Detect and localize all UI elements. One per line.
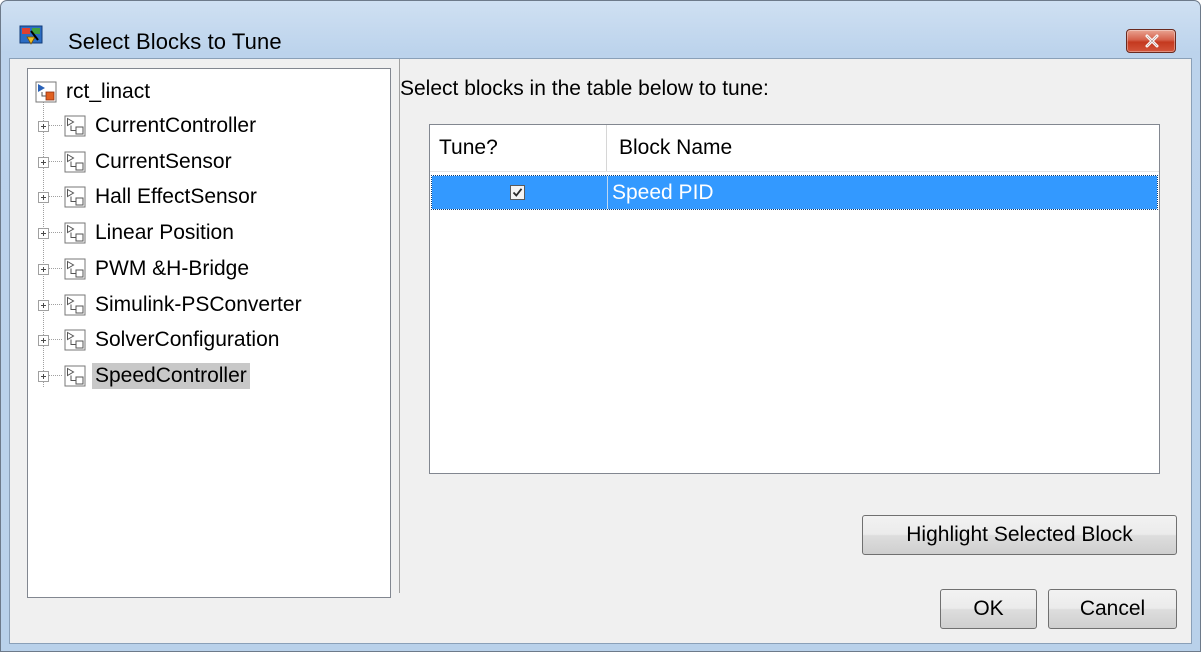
tree-connector [49, 196, 62, 198]
title-bar[interactable]: Select Blocks to Tune [1, 1, 1200, 59]
table-row[interactable]: Speed PID [431, 175, 1158, 210]
block-name-cell: Speed PID [612, 180, 714, 204]
dialog-window: Select Blocks to Tune rct_linact Current… [0, 0, 1201, 652]
checkmark-icon [512, 188, 523, 197]
tree-item[interactable]: SolverConfiguration [38, 325, 282, 355]
tree-connector [49, 268, 62, 270]
dialog-body: rct_linact CurrentController CurrentSenso… [9, 58, 1192, 644]
tree-item-label: CurrentSensor [95, 150, 232, 173]
tune-cell[interactable] [432, 176, 608, 209]
expand-plus-icon[interactable] [38, 191, 49, 203]
tree-connector [49, 125, 62, 127]
blocks-table[interactable]: Tune? Block Name Speed PID [429, 124, 1160, 474]
tree-root-label: rct_linact [66, 80, 151, 103]
subsystem-icon [64, 186, 86, 208]
close-x-icon [1145, 34, 1159, 48]
instruction-text: Select blocks in the table below to tune… [400, 77, 769, 100]
subsystem-icon [64, 151, 86, 173]
tree-connector [49, 339, 62, 341]
pane-splitter[interactable] [399, 59, 400, 593]
tree-item-label: SolverConfiguration [95, 328, 280, 351]
expand-plus-icon[interactable] [38, 156, 49, 168]
column-header-block-name[interactable]: Block Name [607, 125, 1159, 171]
highlight-selected-block-button[interactable]: Highlight Selected Block [862, 515, 1177, 555]
tree-item[interactable]: CurrentSensor [38, 147, 235, 177]
column-header-tune[interactable]: Tune? [430, 125, 607, 171]
tree-item-label: PWM &H-Bridge [95, 257, 250, 280]
model-icon [35, 81, 57, 103]
tree-connector [49, 375, 62, 377]
tree-item[interactable]: SpeedController [38, 361, 250, 391]
expand-plus-icon[interactable] [38, 370, 49, 382]
tree-item-label: Linear Position [95, 221, 234, 244]
subsystem-icon [64, 115, 86, 137]
model-tree[interactable]: rct_linact CurrentController CurrentSenso… [27, 68, 391, 598]
tune-checkbox[interactable] [510, 185, 525, 200]
app-icon [19, 25, 43, 45]
tree-root-item[interactable]: rct_linact [35, 77, 153, 107]
subsystem-icon [64, 329, 86, 351]
cancel-button[interactable]: Cancel [1048, 589, 1177, 629]
expand-plus-icon[interactable] [38, 263, 49, 275]
tree-item[interactable]: CurrentController [38, 111, 259, 141]
tree-connector [49, 304, 62, 306]
subsystem-icon [64, 258, 86, 280]
tree-connector [49, 232, 62, 234]
tree-item[interactable]: Hall EffectSensor [38, 182, 260, 212]
close-button[interactable] [1126, 29, 1176, 53]
expand-plus-icon[interactable] [38, 299, 49, 311]
expand-plus-icon[interactable] [38, 227, 49, 239]
tree-item[interactable]: PWM &H-Bridge [38, 254, 252, 284]
tree-item-label: CurrentController [95, 114, 257, 137]
window-title: Select Blocks to Tune [68, 29, 282, 54]
subsystem-icon [64, 294, 86, 316]
subsystem-icon [64, 365, 86, 387]
tree-connector [49, 161, 62, 163]
tree-item-label: Simulink-PSConverter [95, 293, 302, 316]
expand-plus-icon[interactable] [38, 334, 49, 346]
expand-plus-icon[interactable] [38, 120, 49, 132]
tree-item[interactable]: Linear Position [38, 218, 237, 248]
table-header: Tune? Block Name [430, 125, 1159, 172]
tree-item[interactable]: Simulink-PSConverter [38, 290, 305, 320]
tree-item-label: Hall EffectSensor [95, 185, 257, 208]
subsystem-icon [64, 222, 86, 244]
ok-button[interactable]: OK [940, 589, 1037, 629]
tree-item-label: SpeedController [92, 363, 250, 389]
